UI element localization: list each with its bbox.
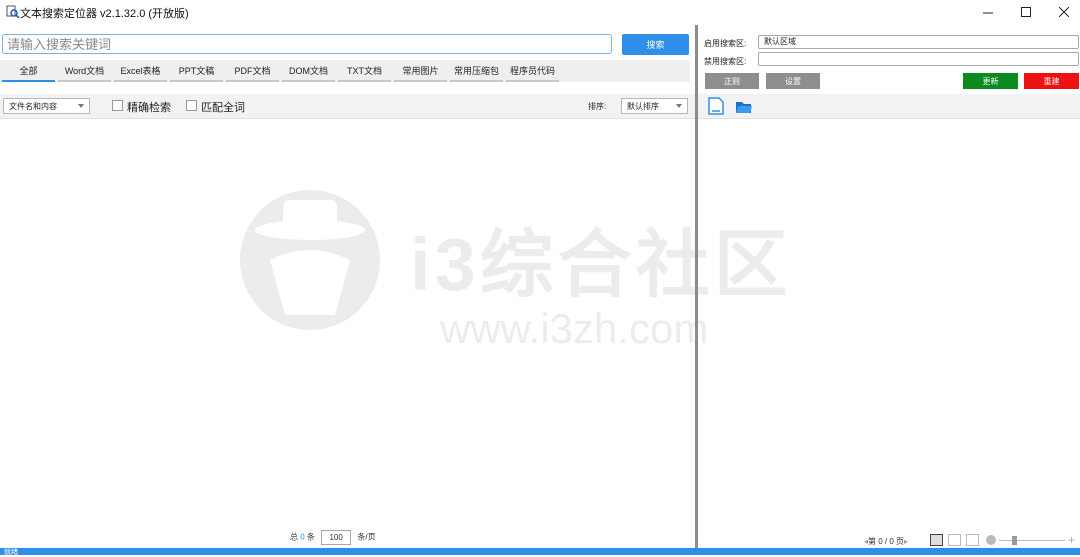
- whole-word-checkbox[interactable]: [186, 100, 197, 111]
- document-icon[interactable]: [708, 97, 724, 115]
- status-text: 就绪: [4, 549, 18, 556]
- results-pager: 总 0 条 100 条/页: [290, 530, 376, 545]
- chevron-down-icon: [676, 104, 682, 108]
- open-folder-icon[interactable]: [735, 99, 753, 114]
- minimize-button[interactable]: [968, 0, 1008, 24]
- preview-toolbar: [698, 94, 1080, 119]
- preview-page-text: 第 0 / 0 页: [868, 537, 905, 546]
- status-bar: 就绪: [0, 548, 1080, 556]
- watermark-logo: [240, 190, 380, 330]
- rebuild-button[interactable]: 重建: [1024, 73, 1079, 89]
- total-suffix: 条: [306, 532, 315, 542]
- next-page-icon[interactable]: ▸: [904, 537, 908, 546]
- close-button[interactable]: [1044, 0, 1080, 24]
- tab-archives[interactable]: 常用压缩包: [450, 60, 503, 82]
- update-button[interactable]: 更新: [963, 73, 1018, 89]
- exact-search-label[interactable]: 精确检索: [127, 99, 171, 115]
- search-scope-select[interactable]: 文件名和内容: [3, 98, 90, 114]
- preview-area[interactable]: [698, 119, 1080, 524]
- search-button[interactable]: 搜索: [622, 34, 689, 55]
- disabled-area-field[interactable]: [758, 52, 1079, 66]
- tab-txt[interactable]: TXT文档: [338, 60, 391, 82]
- page-size-suffix: 条/页: [357, 532, 376, 542]
- tab-excel[interactable]: Excel表格: [114, 60, 167, 82]
- maximize-button[interactable]: [1006, 0, 1046, 24]
- tab-pdf[interactable]: PDF文档: [226, 60, 279, 82]
- search-input[interactable]: [2, 34, 612, 54]
- single-page-view-icon[interactable]: [930, 534, 943, 546]
- zoom-in-icon[interactable]: +: [1068, 533, 1075, 547]
- enabled-area-label: 启用搜索区:: [704, 39, 747, 48]
- enabled-area-field[interactable]: 默认区域: [758, 35, 1079, 49]
- tab-code[interactable]: 程序员代码: [506, 60, 559, 82]
- tab-ppt[interactable]: PPT文稿: [170, 60, 223, 82]
- sort-value: 默认排序: [627, 101, 659, 111]
- total-count: 0: [300, 532, 305, 542]
- zoom-slider[interactable]: [999, 540, 1065, 541]
- tab-images[interactable]: 常用图片: [394, 60, 447, 82]
- tab-dom[interactable]: DOM文档: [282, 60, 335, 82]
- sort-select[interactable]: 默认排序: [621, 98, 688, 114]
- search-scope-value: 文件名和内容: [9, 101, 57, 111]
- sort-label: 排序:: [588, 102, 607, 111]
- exact-search-checkbox[interactable]: [112, 100, 123, 111]
- disabled-area-label: 禁用搜索区:: [704, 57, 747, 66]
- regex-button[interactable]: 正则: [705, 73, 759, 89]
- preview-pager: ◂第 0 / 0 页▸: [864, 536, 908, 547]
- continuous-view-icon[interactable]: [966, 534, 979, 546]
- double-page-view-icon[interactable]: [948, 534, 961, 546]
- watermark-url: www.i3zh.com: [440, 305, 709, 352]
- minimize-icon: [983, 12, 993, 14]
- close-icon: [1059, 7, 1069, 17]
- chevron-down-icon: [78, 104, 84, 108]
- tab-word[interactable]: Word文档: [58, 60, 111, 82]
- zoom-out-icon[interactable]: [986, 535, 996, 545]
- total-prefix: 总: [290, 532, 298, 542]
- whole-word-label[interactable]: 匹配全词: [201, 99, 245, 115]
- page-size-input[interactable]: 100: [321, 530, 352, 545]
- app-magnifier-icon: [6, 5, 20, 19]
- zoom-slider-thumb[interactable]: [1012, 536, 1017, 545]
- tab-all[interactable]: 全部: [2, 60, 55, 82]
- maximize-icon: [1021, 7, 1031, 17]
- window-title: 文本搜索定位器 v2.1.32.0 (开放版): [20, 8, 189, 20]
- settings-button[interactable]: 设置: [766, 73, 820, 89]
